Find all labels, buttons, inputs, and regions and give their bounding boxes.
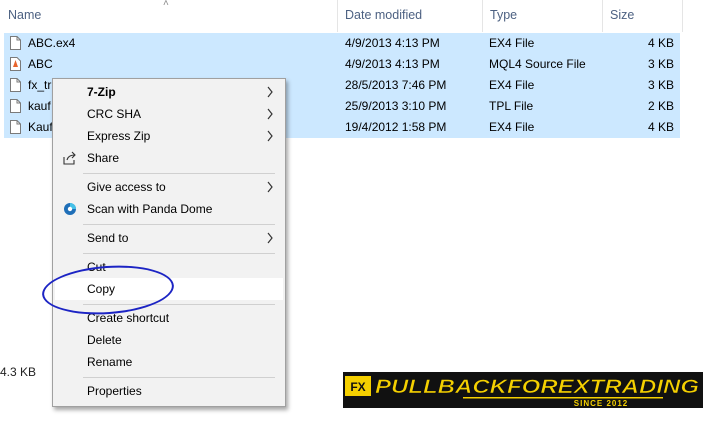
file-name: ABC.ex4 — [28, 36, 76, 50]
file-date: 25/9/2013 3:10 PM — [345, 99, 447, 113]
column-date-modified[interactable]: Date modified — [337, 0, 482, 32]
file-size: 3 KB — [647, 57, 674, 71]
file-row[interactable]: ABC 4/9/2013 4:13 PM MQL4 Source File 3 … — [4, 54, 680, 75]
menu-item-scan-panda[interactable]: Scan with Panda Dome — [55, 198, 283, 220]
file-date: 4/9/2013 4:13 PM — [345, 57, 440, 71]
file-icon — [10, 36, 21, 50]
menu-separator — [83, 224, 275, 225]
menu-item-label: CRC SHA — [87, 107, 142, 121]
menu-item-label: Express Zip — [87, 129, 151, 143]
chevron-right-icon — [267, 232, 273, 244]
menu-item-label: Scan with Panda Dome — [87, 202, 213, 216]
column-type[interactable]: Type — [482, 0, 602, 32]
file-size: 4 KB — [647, 120, 674, 134]
chevron-right-icon — [267, 86, 273, 98]
menu-item-give-access[interactable]: Give access to — [55, 176, 283, 198]
file-date: 4/9/2013 4:13 PM — [345, 36, 440, 50]
chevron-right-icon — [267, 181, 273, 193]
menu-item-label: Properties — [87, 384, 142, 398]
file-type: EX4 File — [489, 78, 535, 92]
file-date: 28/5/2013 7:46 PM — [345, 78, 447, 92]
menu-item-label: Send to — [87, 231, 129, 245]
menu-item-label: 7-Zip — [87, 85, 116, 99]
column-divider[interactable] — [682, 0, 683, 32]
logo-badge-text: FX — [350, 380, 365, 394]
menu-item-rename[interactable]: Rename — [55, 351, 283, 373]
column-header: Name ˄ Date modified Type Size — [0, 0, 713, 32]
menu-item-share[interactable]: Share — [55, 147, 283, 169]
menu-item-properties[interactable]: Properties — [55, 380, 283, 402]
logo-tagline: SINCE 2012 — [574, 399, 628, 408]
menu-item-delete[interactable]: Delete — [55, 329, 283, 351]
menu-item-label: Give access to — [87, 180, 166, 194]
menu-item-7zip[interactable]: 7-Zip — [55, 81, 283, 103]
file-size: 4 KB — [647, 36, 674, 50]
mql4-file-icon — [10, 57, 21, 71]
file-name: ABC — [28, 57, 53, 71]
menu-item-label: Rename — [87, 355, 133, 369]
file-date: 19/4/2012 1:58 PM — [345, 120, 447, 134]
file-type: MQL4 Source File — [489, 57, 586, 71]
menu-separator — [83, 377, 275, 378]
file-size: 2 KB — [647, 99, 674, 113]
file-type: TPL File — [489, 99, 534, 113]
menu-item-label: Share — [87, 151, 120, 165]
column-name[interactable]: Name — [0, 0, 340, 32]
selection-size-status: 4.3 KB — [0, 365, 37, 379]
context-menu: 7-Zip CRC SHA Express Zip Share Give acc… — [52, 78, 286, 407]
logo-text: PULLBACKFOREXTRADING — [375, 377, 699, 398]
menu-item-label: Delete — [87, 333, 122, 347]
menu-item-send-to[interactable]: Send to — [55, 227, 283, 249]
menu-separator — [83, 173, 275, 174]
file-icon — [10, 99, 21, 113]
column-size[interactable]: Size — [602, 0, 682, 32]
menu-separator — [83, 253, 275, 254]
menu-item-crc-sha[interactable]: CRC SHA — [55, 103, 283, 125]
file-type: EX4 File — [489, 36, 535, 50]
file-icon — [10, 78, 21, 92]
file-size: 3 KB — [647, 78, 674, 92]
file-icon — [10, 120, 21, 134]
share-icon — [63, 151, 76, 165]
panda-dome-icon — [64, 203, 76, 215]
pullbackforextrading-logo: FX PULLBACKFOREXTRADING SINCE 2012 — [343, 372, 703, 408]
sort-ascending-icon: ˄ — [163, 0, 169, 9]
file-row[interactable]: ABC.ex4 4/9/2013 4:13 PM EX4 File 4 KB — [4, 33, 680, 54]
menu-item-express-zip[interactable]: Express Zip — [55, 125, 283, 147]
chevron-right-icon — [267, 108, 273, 120]
file-type: EX4 File — [489, 120, 535, 134]
chevron-right-icon — [267, 130, 273, 142]
